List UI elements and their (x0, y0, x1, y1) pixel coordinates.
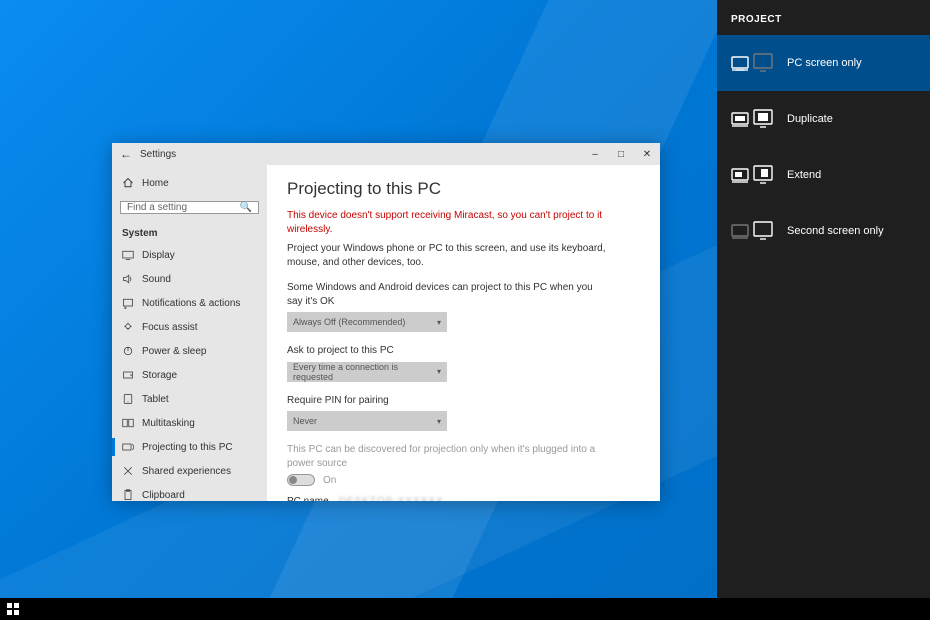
storage-icon (122, 369, 134, 381)
nav-display[interactable]: Display (112, 243, 267, 267)
project-option-label: Second screen only (787, 225, 884, 237)
discovery-note: This PC can be discovered for projection… (287, 443, 607, 470)
pc-screen-only-icon (731, 51, 775, 75)
window-title: Settings (140, 149, 176, 160)
nav-notifications[interactable]: Notifications & actions (112, 291, 267, 315)
project-permission-label: Some Windows and Android devices can pro… (287, 281, 607, 308)
nav-home[interactable]: Home (112, 171, 267, 195)
nav-sound[interactable]: Sound (112, 267, 267, 291)
projecting-icon (122, 441, 134, 453)
chevron-down-icon: ▾ (437, 318, 441, 327)
project-panel-title: PROJECT (717, 14, 930, 35)
page-heading: Projecting to this PC (287, 179, 640, 199)
nav-tablet[interactable]: Tablet (112, 387, 267, 411)
second-screen-only-icon (731, 219, 775, 243)
power-icon (122, 345, 134, 357)
title-bar[interactable]: ← Settings – □ ✕ (112, 143, 660, 165)
settings-window: ← Settings – □ ✕ Home Find a setting 🔍 S… (112, 143, 660, 501)
require-pin-dropdown[interactable]: Never▾ (287, 411, 447, 431)
description: Project your Windows phone or PC to this… (287, 242, 607, 269)
tablet-icon (122, 393, 134, 405)
taskbar[interactable] (0, 598, 930, 620)
project-option-second-screen-only[interactable]: Second screen only (717, 203, 930, 259)
project-option-label: Extend (787, 169, 821, 181)
project-option-label: Duplicate (787, 113, 833, 125)
nav-storage[interactable]: Storage (112, 363, 267, 387)
maximize-button[interactable]: □ (608, 143, 634, 165)
extend-icon (731, 163, 775, 187)
project-option-duplicate[interactable]: Duplicate (717, 91, 930, 147)
multitasking-icon (122, 417, 134, 429)
settings-sidebar: Home Find a setting 🔍 System Display Sou… (112, 165, 267, 501)
miracast-error: This device doesn't support receiving Mi… (287, 209, 607, 236)
project-panel: PROJECT PC screen only Duplicate Extend … (717, 0, 930, 598)
nav-power-sleep[interactable]: Power & sleep (112, 339, 267, 363)
sound-icon (122, 273, 134, 285)
nav-shared-experiences[interactable]: Shared experiences (112, 459, 267, 483)
start-button[interactable] (4, 600, 22, 618)
search-input[interactable]: Find a setting 🔍 (120, 201, 259, 214)
toggle-label: On (323, 475, 336, 486)
chevron-down-icon: ▾ (437, 417, 441, 426)
clipboard-icon (122, 489, 134, 501)
require-pin-label: Require PIN for pairing (287, 394, 607, 408)
nav-clipboard[interactable]: Clipboard (112, 483, 267, 501)
search-icon: 🔍 (240, 202, 252, 213)
project-permission-dropdown[interactable]: Always Off (Recommended)▾ (287, 312, 447, 332)
nav-focus-assist[interactable]: Focus assist (112, 315, 267, 339)
project-option-label: PC screen only (787, 57, 862, 69)
nav-projecting[interactable]: Projecting to this PC (112, 435, 267, 459)
search-placeholder: Find a setting (127, 202, 187, 213)
duplicate-icon (731, 107, 775, 131)
discovery-toggle[interactable] (287, 474, 315, 486)
nav-home-label: Home (142, 178, 169, 189)
back-arrow-icon[interactable]: ← (120, 147, 132, 161)
ask-project-label: Ask to project to this PC (287, 344, 607, 358)
project-option-extend[interactable]: Extend (717, 147, 930, 203)
pc-name-label: PC name (287, 496, 329, 501)
minimize-button[interactable]: – (582, 143, 608, 165)
settings-content: Projecting to this PC This device doesn'… (267, 165, 660, 501)
close-button[interactable]: ✕ (634, 143, 660, 165)
shared-icon (122, 465, 134, 477)
focus-assist-icon (122, 321, 134, 333)
home-icon (122, 177, 134, 189)
nav-multitasking[interactable]: Multitasking (112, 411, 267, 435)
pc-name-value: DESKTOP-XXXXXX (339, 496, 444, 501)
project-option-pc-screen-only[interactable]: PC screen only (717, 35, 930, 91)
chevron-down-icon: ▾ (437, 367, 441, 376)
section-label: System (112, 220, 267, 243)
display-icon (122, 249, 134, 261)
ask-project-dropdown[interactable]: Every time a connection is requested▾ (287, 362, 447, 382)
notifications-icon (122, 297, 134, 309)
